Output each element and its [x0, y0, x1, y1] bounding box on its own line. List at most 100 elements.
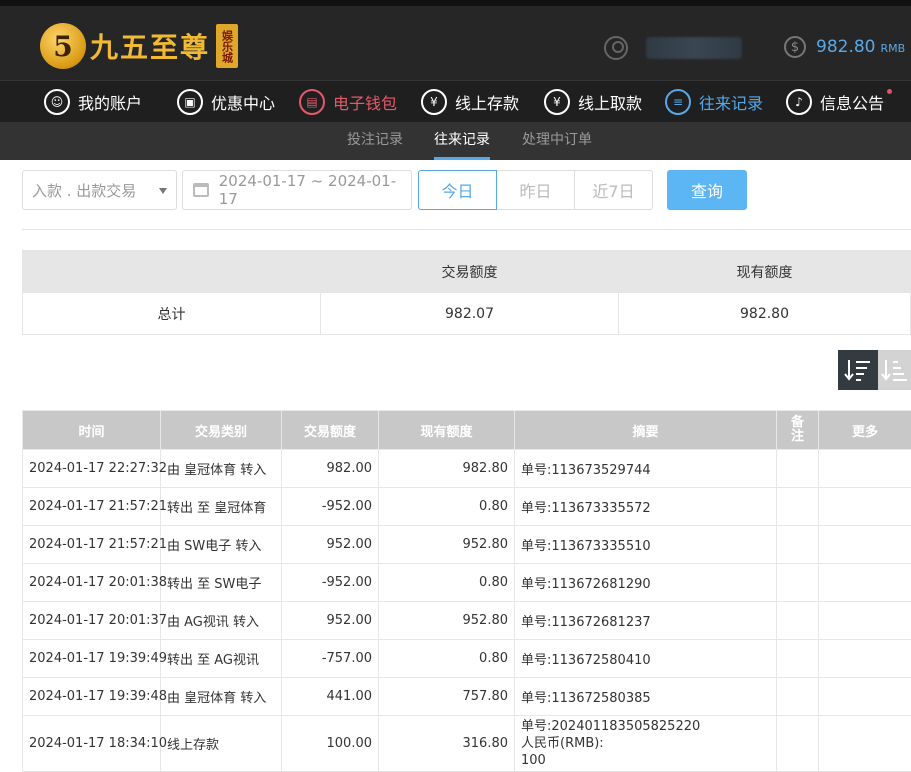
cell-more[interactable]	[819, 450, 911, 488]
cell-remark	[777, 488, 819, 526]
table-row: 2024-01-17 21:57:21 由 SW电子 转入 952.00 952…	[23, 526, 911, 564]
nav-label: 我的账户	[78, 90, 142, 114]
col-memo: 摘要	[515, 411, 777, 450]
cell-amount: 441.00	[282, 678, 379, 716]
nav-label: 信息公告	[820, 90, 884, 114]
query-button[interactable]: 查询	[667, 170, 747, 210]
col-balance: 现有额度	[379, 411, 515, 450]
cell-time: 2024-01-17 21:57:21	[23, 526, 161, 564]
user-info[interactable]	[604, 36, 742, 60]
cell-remark	[777, 450, 819, 488]
quick-date-group: 今日 昨日 近7日	[419, 170, 653, 210]
cell-balance: 0.80	[379, 640, 515, 678]
divider	[22, 229, 911, 230]
transaction-type-select[interactable]: 入款 . 出款交易	[22, 170, 177, 210]
tab-transaction-records[interactable]: 往来记录	[434, 122, 490, 160]
sort-ascending-icon[interactable]	[878, 350, 911, 390]
nav-label: 电子钱包	[333, 90, 397, 114]
cell-type: 线上存款	[161, 716, 282, 772]
cell-memo: 单号:113672681237	[515, 602, 777, 640]
bell-icon: ♪	[786, 89, 812, 115]
table-row: 2024-01-17 19:39:48 由 皇冠体育 转入 441.00 757…	[23, 678, 911, 716]
memo-line: 人民币(RMB):	[521, 735, 770, 752]
cell-memo: 单号:113673529744	[515, 450, 777, 488]
tab-bet-records[interactable]: 投注记录	[347, 122, 403, 160]
wallet-icon: ▤	[299, 89, 325, 115]
nav-my-account[interactable]: ☺ 我的账户	[44, 81, 142, 123]
cell-type: 由 AG视讯 转入	[161, 602, 282, 640]
nav-label: 优惠中心	[211, 90, 275, 114]
memo-line: 单号:202401183505825220	[521, 718, 770, 735]
nav-online-deposit[interactable]: ¥ 线上存款	[421, 81, 519, 123]
col-type: 交易类别	[161, 411, 282, 450]
cell-more[interactable]	[819, 716, 911, 772]
cell-remark	[777, 716, 819, 772]
table-row: 2024-01-17 20:01:37 由 AG视讯 转入 952.00 952…	[23, 602, 911, 640]
cell-time: 2024-01-17 19:39:48	[23, 678, 161, 716]
sub-nav: 投注记录 往来记录 处理中订单	[0, 122, 911, 160]
cell-more[interactable]	[819, 526, 911, 564]
cell-memo: 单号:113672681290	[515, 564, 777, 602]
cell-amount: -952.00	[282, 488, 379, 526]
transactions-table: 时间 交易类别 交易额度 现有额度 摘要 备注 更多 2024-01-17 22…	[22, 410, 911, 772]
col-more: 更多	[819, 411, 911, 450]
summary-header-blank	[23, 251, 321, 293]
cell-memo: 单号:113672580385	[515, 678, 777, 716]
brand-logo[interactable]: 5 九五至尊 娱乐城	[40, 18, 238, 74]
balance-display: $ 982.80 RMB	[784, 36, 905, 58]
cell-memo: 单号:113673335572	[515, 488, 777, 526]
cell-more[interactable]	[819, 640, 911, 678]
col-remark: 备注	[777, 411, 819, 450]
table-row: 2024-01-17 20:01:38 转出 至 SW电子 -952.00 0.…	[23, 564, 911, 602]
cell-remark	[777, 564, 819, 602]
cell-amount: -757.00	[282, 640, 379, 678]
cell-more[interactable]	[819, 564, 911, 602]
cell-amount: 952.00	[282, 602, 379, 640]
last-7-days-button[interactable]: 近7日	[574, 170, 653, 210]
top-header: 5 九五至尊 娱乐城 $ 982.80 RMB	[0, 0, 911, 80]
cell-time: 2024-01-17 20:01:38	[23, 564, 161, 602]
cell-more[interactable]	[819, 602, 911, 640]
nav-online-withdraw[interactable]: ¥ 线上取款	[544, 81, 642, 123]
nav-label: 线上存款	[455, 90, 519, 114]
yesterday-button[interactable]: 昨日	[496, 170, 575, 210]
date-range-value: 2024-01-17 ~ 2024-01-17	[219, 172, 411, 208]
withdraw-icon: ¥	[544, 89, 570, 115]
summary-total-balance: 982.80	[619, 293, 911, 335]
main-nav: ☺ 我的账户 ▣ 优惠中心 ▤ 电子钱包 ¥ 线上存款 ¥ 线上取款 ≡ 往来记…	[0, 80, 911, 122]
date-range-input[interactable]: 2024-01-17 ~ 2024-01-17	[182, 170, 412, 210]
cell-memo: 单号:113672580410	[515, 640, 777, 678]
col-amount: 交易额度	[282, 411, 379, 450]
cell-more[interactable]	[819, 488, 911, 526]
nav-e-wallet[interactable]: ▤ 电子钱包	[299, 81, 397, 123]
summary-header-balance: 现有额度	[619, 251, 911, 293]
cell-remark	[777, 640, 819, 678]
cell-memo: 单号:202401183505825220 人民币(RMB): 100	[515, 716, 777, 772]
summary-total-amount: 982.07	[321, 293, 619, 335]
cell-time: 2024-01-17 22:27:32	[23, 450, 161, 488]
nav-promotions[interactable]: ▣ 优惠中心	[177, 81, 275, 123]
cell-more[interactable]	[819, 678, 911, 716]
cell-remark	[777, 602, 819, 640]
select-value: 入款 . 出款交易	[32, 180, 136, 201]
cell-balance: 982.80	[379, 450, 515, 488]
memo-line: 100	[521, 752, 770, 769]
nav-transaction-records[interactable]: ≡ 往来记录	[665, 81, 763, 123]
col-time: 时间	[23, 411, 161, 450]
cell-balance: 757.80	[379, 678, 515, 716]
cell-balance: 952.80	[379, 526, 515, 564]
gift-icon: ▣	[177, 89, 203, 115]
tab-pending-orders[interactable]: 处理中订单	[522, 122, 592, 160]
today-button[interactable]: 今日	[418, 170, 497, 210]
cell-type: 由 皇冠体育 转入	[161, 678, 282, 716]
cell-type: 转出 至 SW电子	[161, 564, 282, 602]
dollar-icon: $	[784, 36, 806, 58]
summary-total-label: 总计	[23, 293, 321, 335]
nav-announcements[interactable]: ♪ 信息公告	[786, 81, 884, 123]
nav-label: 往来记录	[699, 90, 763, 114]
cell-time: 2024-01-17 19:39:49	[23, 640, 161, 678]
sort-descending-icon[interactable]	[838, 350, 878, 390]
record-icon: ≡	[665, 89, 691, 115]
cell-memo: 单号:113673335510	[515, 526, 777, 564]
cell-balance: 316.80	[379, 716, 515, 772]
